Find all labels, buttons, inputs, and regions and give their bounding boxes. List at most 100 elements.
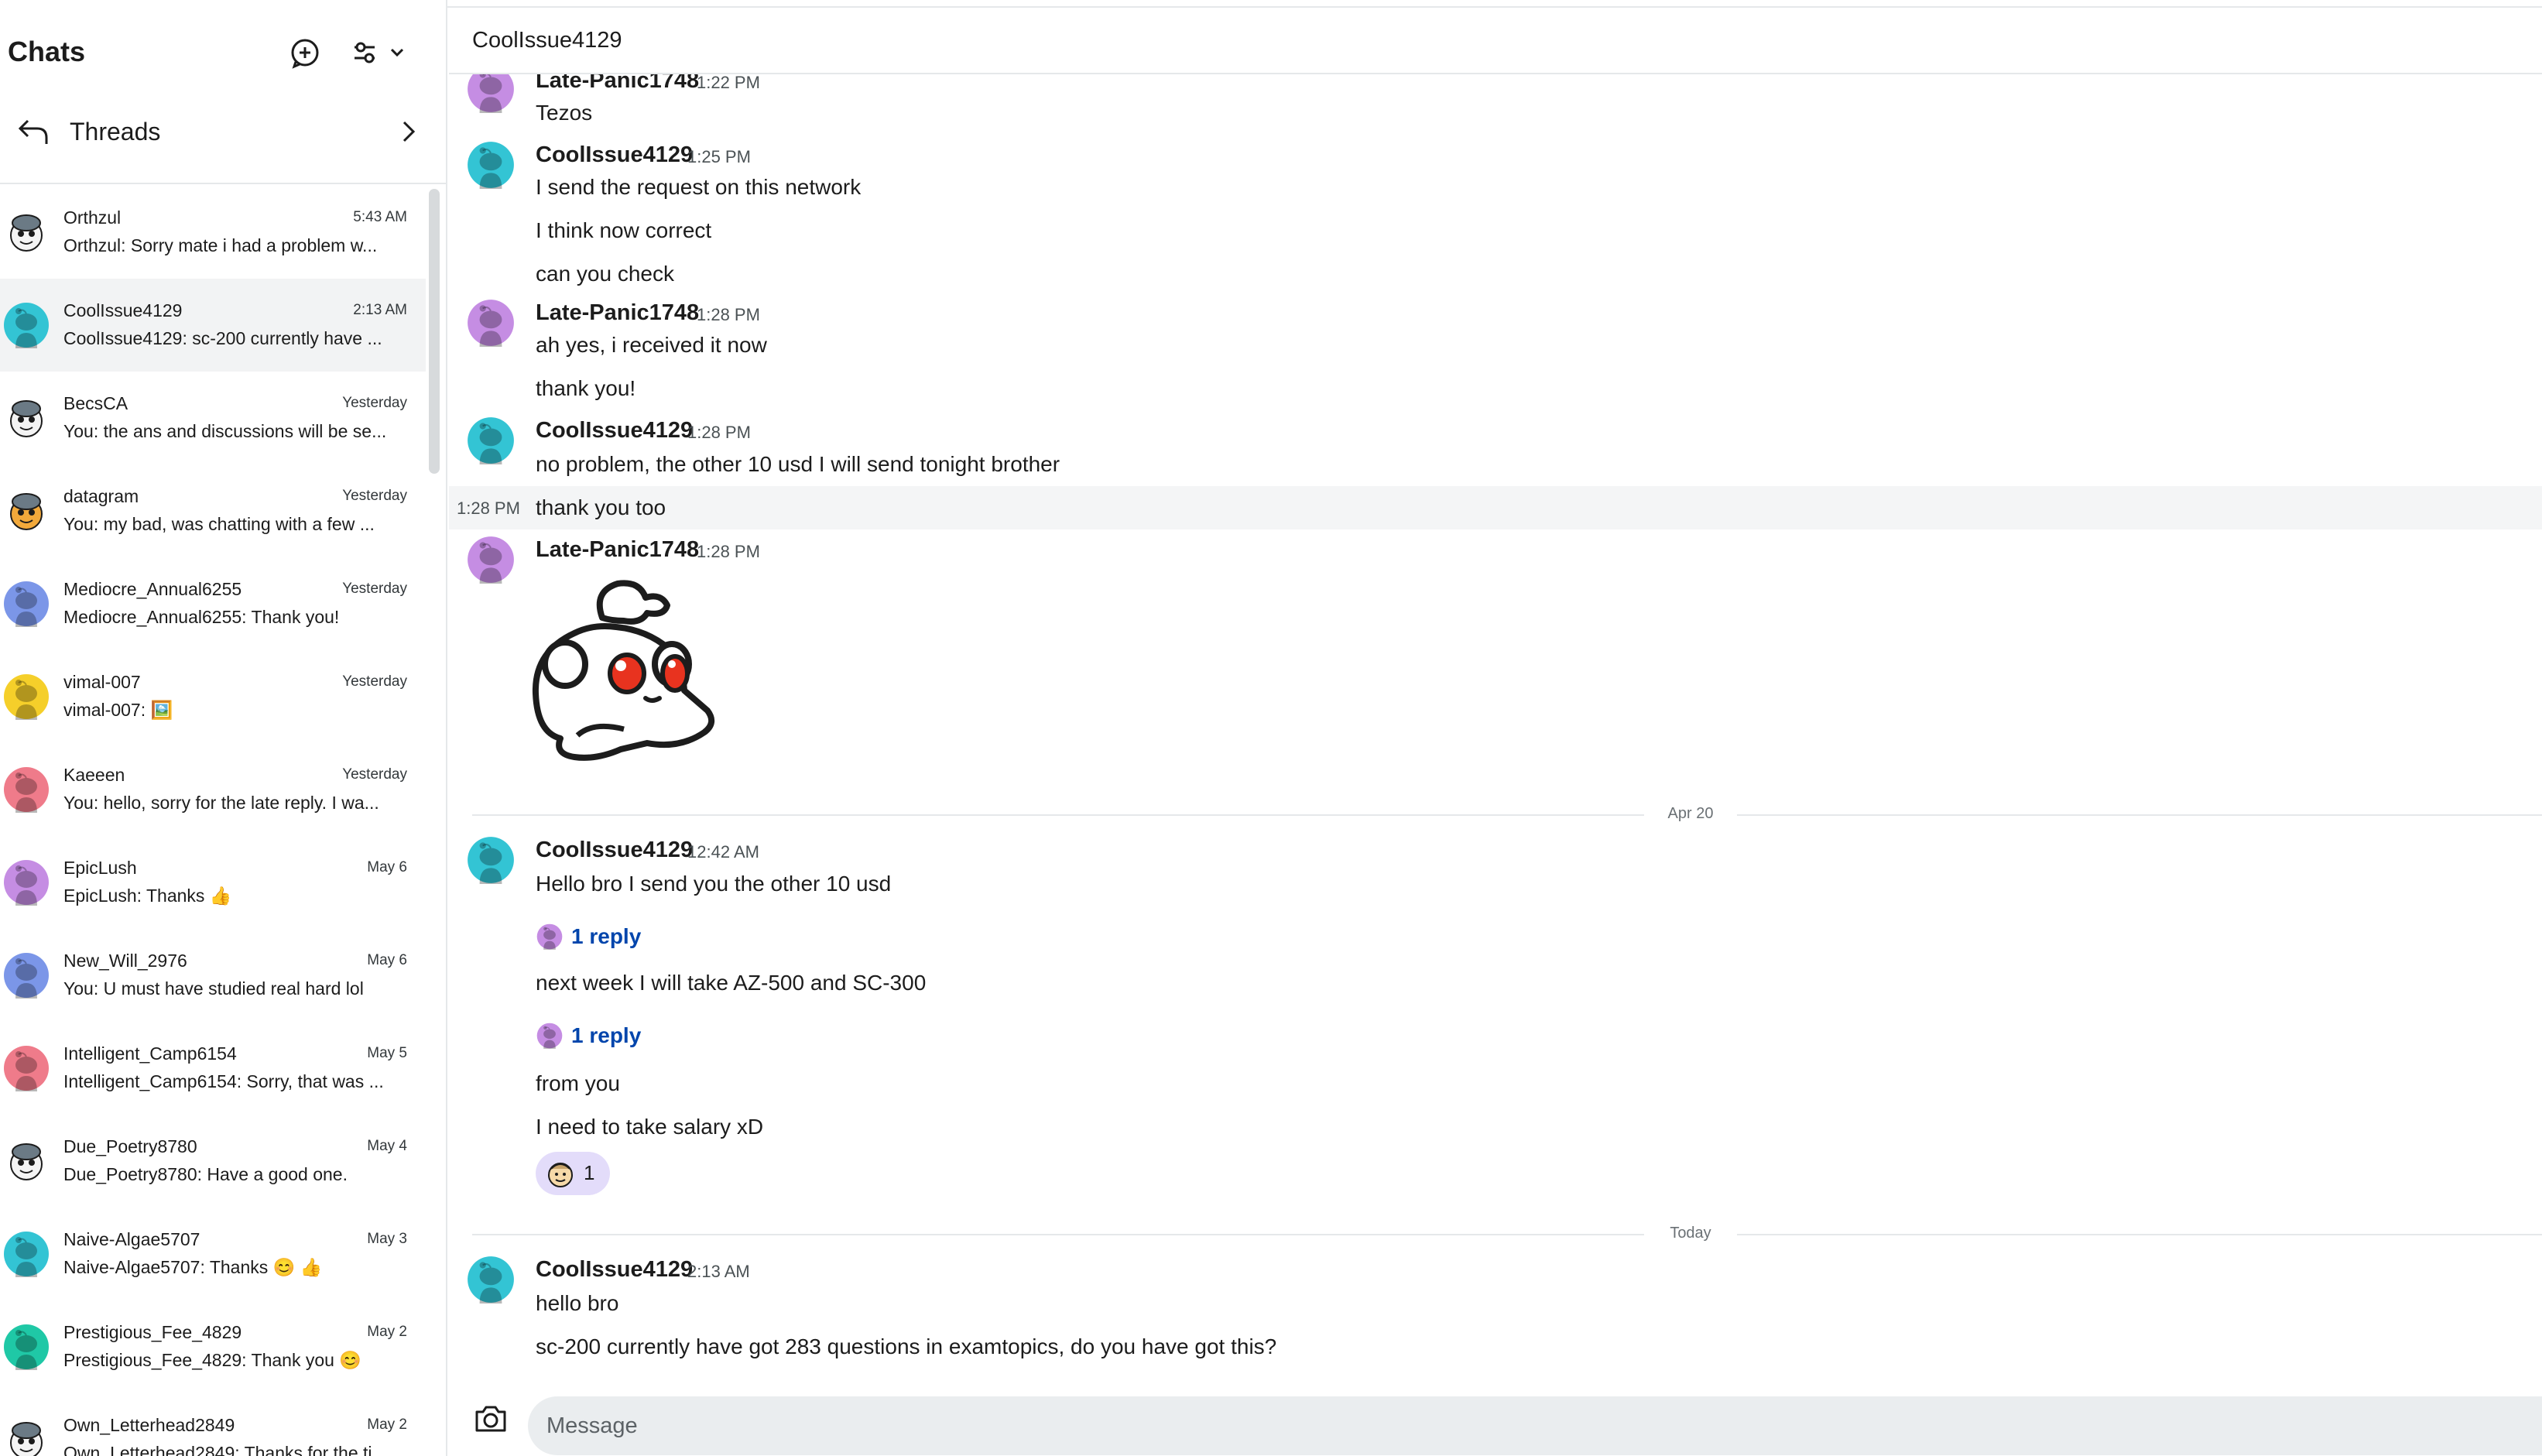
chat-preview: You: the ans and discussions will be se.… <box>63 421 387 441</box>
chat-list-item[interactable]: Prestigious_Fee_4829 May 2 Prestigious_Fee… <box>0 1300 426 1393</box>
message-text: next week I will take AZ-500 and SC-300 <box>536 971 927 995</box>
chat-avatar <box>4 1324 49 1370</box>
user-avatar[interactable] <box>466 534 516 585</box>
sidebar-header: Chats <box>0 28 446 77</box>
reaction-count: 1 <box>584 1161 595 1184</box>
message-time: 1:25 PM <box>687 147 751 166</box>
message-text: from you <box>536 1071 620 1095</box>
chat-list-item[interactable]: BecsCA Yesterday You: the ans and discussi… <box>0 372 426 464</box>
chat-name: Kaeeen <box>63 765 125 785</box>
user-avatar[interactable] <box>466 139 516 190</box>
user-avatar[interactable] <box>466 297 516 348</box>
chat-avatar <box>4 860 49 906</box>
chat-list-item[interactable]: Due_Poetry8780 May 4 Due_Poetry8780: Have … <box>0 1115 426 1208</box>
chat-preview: Naive-Algae5707: Thanks 😊 👍 <box>63 1257 323 1277</box>
message-author[interactable]: CoolIssue4129 <box>536 838 693 863</box>
chat-time: Yesterday <box>342 488 407 504</box>
message-text: Hello bro I send you the other 10 usd <box>536 872 892 896</box>
message-author[interactable]: Late-Panic1748 <box>536 74 699 94</box>
chat-name: New_Will_2976 <box>63 951 187 971</box>
message-text: I need to take salary xD <box>536 1115 764 1139</box>
user-avatar[interactable] <box>466 1254 516 1305</box>
chat-avatar <box>4 1046 49 1091</box>
threads-row[interactable]: Threads <box>0 105 446 159</box>
chat-preview: You: U must have studied real hard lol <box>63 978 364 999</box>
message-text: Tezos <box>536 101 593 125</box>
chat-name: CoolIssue4129 <box>63 300 183 320</box>
message-text: hello bro <box>536 1291 619 1315</box>
chat-time: May 4 <box>367 1138 407 1154</box>
message-author[interactable]: Late-Panic1748 <box>536 537 699 563</box>
chat-preview: Prestigious_Fee_4829: Thank you 😊 <box>63 1350 361 1370</box>
message-time: 1:28 PM <box>687 423 751 442</box>
camera-icon[interactable] <box>472 1401 509 1437</box>
chat-list-item[interactable]: Orthzul 5:43 AM Orthzul: Sorry mate i had … <box>0 186 426 279</box>
chat-name: Due_Poetry8780 <box>63 1136 197 1156</box>
chat-avatar <box>10 1143 43 1180</box>
message-author[interactable]: Late-Panic1748 <box>536 300 699 326</box>
chat-list-item[interactable]: datagram Yesterday You: my bad, was chatti… <box>0 464 426 557</box>
chat-time: 5:43 AM <box>353 209 407 225</box>
chat-list-item[interactable]: Mediocre_Annual6255 Yesterday Mediocre_Ann… <box>0 557 426 650</box>
chat-preview: Own_Letterhead2849: Thanks for the ti... <box>63 1443 387 1456</box>
message-author[interactable]: CoolIssue4129 <box>536 418 693 444</box>
date-separator: Today <box>472 1223 2542 1246</box>
chat-avatar <box>10 400 43 437</box>
chat-avatar <box>4 303 49 348</box>
user-avatar[interactable] <box>466 834 516 886</box>
user-avatar[interactable] <box>466 74 516 115</box>
separator-line <box>1737 1234 2542 1235</box>
chat-list-item[interactable]: Own_Letterhead2849 May 2 Own_Letterhead284… <box>0 1393 426 1456</box>
conversation-title: CoolIssue4129 <box>472 28 622 53</box>
chat-list-item[interactable]: EpicLush May 6 EpicLush: Thanks 👍 <box>0 836 426 929</box>
chat-list-item[interactable]: vimal-007 Yesterday vimal-007: 🖼️ <box>0 650 426 743</box>
message-author[interactable]: CoolIssue4129 <box>536 1257 693 1283</box>
message-text: I think now correct <box>536 218 712 242</box>
chat-list-item[interactable]: Intelligent_Camp6154 May 5 Intelligent_Cam… <box>0 1022 426 1115</box>
message-text: I send the request on this network <box>536 175 862 199</box>
message-time: 12:42 AM <box>687 842 759 862</box>
chat-name: Own_Letterhead2849 <box>63 1415 235 1435</box>
chat-name: Prestigious_Fee_4829 <box>63 1322 242 1342</box>
chat-list-item[interactable]: New_Will_2976 May 6 You: U must have studi… <box>0 929 426 1022</box>
chat-name: EpicLush <box>63 858 137 878</box>
chat-avatar <box>10 493 43 530</box>
message-text: thank you! <box>536 376 636 400</box>
snoo-sticker-image[interactable] <box>531 577 729 763</box>
chat-preview: Mediocre_Annual6255: Thank you! <box>63 607 340 627</box>
message-text: thank you too <box>536 495 666 519</box>
separator-line <box>472 1234 1644 1235</box>
new-chat-icon[interactable] <box>288 36 322 70</box>
reaction-emoji-icon <box>548 1163 573 1187</box>
chat-name: Naive-Algae5707 <box>63 1229 200 1249</box>
hovered-message-row[interactable] <box>449 486 2542 529</box>
chat-list-item[interactable]: CoolIssue4129 2:13 AM CoolIssue4129: sc-20… <box>0 279 426 372</box>
chat-avatar <box>4 767 49 813</box>
user-avatar[interactable] <box>466 415 516 466</box>
chat-preview: Orthzul: Sorry mate i had a problem w... <box>63 235 378 255</box>
chat-preview: You: hello, sorry for the late reply. I … <box>63 793 379 813</box>
message-time: 2:13 AM <box>687 1262 750 1281</box>
threads-label: Threads <box>70 118 161 146</box>
message-author[interactable]: CoolIssue4129 <box>536 142 693 168</box>
chat-preview: Due_Poetry8780: Have a good one. <box>63 1164 348 1184</box>
chat-sidebar: Chats Threads Orthzul 5:43 AM Orthzul: Sor… <box>0 0 447 1456</box>
chat-list-item[interactable]: Kaeeen Yesterday You: hello, sorry for the… <box>0 743 426 836</box>
message-input[interactable] <box>528 1396 2542 1455</box>
sidebar-title: Chats <box>8 36 86 67</box>
reply-avatar-icon <box>536 1023 563 1049</box>
conversation-pane: CoolIssue4129 Late-Panic1748 1:22 PM Tez… <box>449 0 2542 1456</box>
sidebar-divider <box>0 183 446 184</box>
chat-time: May 2 <box>367 1417 407 1433</box>
chat-name: datagram <box>63 486 139 506</box>
chat-list: Orthzul 5:43 AM Orthzul: Sorry mate i had … <box>0 186 426 1456</box>
chat-time: Yesterday <box>342 766 407 783</box>
reaction-pill[interactable]: 1 <box>536 1152 610 1195</box>
chat-list-item[interactable]: Naive-Algae5707 May 3 Naive-Algae5707: Tha… <box>0 1208 426 1300</box>
message-text: sc-200 currently have got 283 questions … <box>536 1334 1277 1358</box>
chat-list-scrollbar[interactable] <box>429 189 440 474</box>
reply-avatar-icon <box>536 923 563 950</box>
chat-time: 2:13 AM <box>353 302 407 318</box>
filter-settings-icon[interactable] <box>351 36 409 70</box>
conversation-header: CoolIssue4129 <box>449 9 2542 74</box>
